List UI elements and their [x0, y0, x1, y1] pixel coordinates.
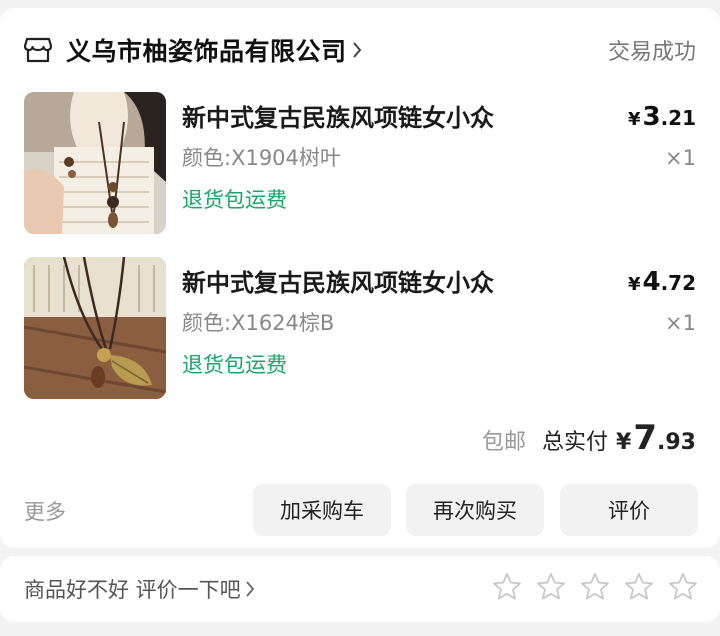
star-icon[interactable]	[666, 570, 700, 604]
total-currency: ¥	[616, 430, 632, 455]
order-card: 义乌市柚姿饰品有限公司 交易成功 新中式复古民族风项链女小众 颜色:X1904树…	[0, 8, 720, 548]
order-item[interactable]: 新中式复古民族风项链女小众 颜色:X1904树叶 退货包运费 ¥ 3 .21 ×…	[24, 92, 696, 234]
return-shipping-tag: 退货包运费	[182, 188, 287, 212]
review-button[interactable]: 评价	[560, 484, 698, 536]
star-icon[interactable]	[578, 570, 612, 604]
currency-symbol: ¥	[627, 274, 641, 295]
order-total: 包邮 总实付 ¥ 7 .93	[24, 418, 696, 462]
product-thumbnail[interactable]	[24, 92, 166, 234]
rating-prompt[interactable]: 商品好不好 评价一下吧	[24, 574, 255, 604]
total-integer: 7	[633, 418, 658, 458]
product-title[interactable]: 新中式复古民族风项链女小众	[182, 98, 494, 133]
total-label: 总实付	[542, 430, 609, 455]
product-thumbnail[interactable]	[24, 257, 166, 399]
product-price: ¥ 4 .72	[628, 267, 696, 297]
order-item[interactable]: 新中式复古民族风项链女小众 颜色:X1624棕B 退货包运费 ¥ 4 .72 ×…	[24, 257, 696, 399]
shop-name[interactable]: 义乌市柚姿饰品有限公司	[66, 32, 347, 68]
price-decimal: .21	[660, 106, 696, 130]
product-title[interactable]: 新中式复古民族风项链女小众	[182, 263, 494, 298]
rating-bar: 商品好不好 评价一下吧	[0, 556, 720, 622]
star-rating[interactable]	[480, 570, 700, 604]
store-icon	[24, 35, 54, 65]
rating-prompt-text[interactable]: 商品好不好 评价一下吧	[24, 574, 241, 604]
return-shipping-tag: 退货包运费	[182, 353, 287, 377]
product-spec: 颜色:X1624棕B	[182, 311, 335, 335]
free-shipping-label: 包邮	[482, 430, 527, 455]
star-icon[interactable]	[534, 570, 568, 604]
shop-header[interactable]: 义乌市柚姿饰品有限公司 交易成功	[24, 30, 696, 70]
product-price: ¥ 3 .21	[628, 102, 696, 132]
buy-again-button[interactable]: 再次购买	[406, 484, 544, 536]
price-integer: 3	[642, 102, 661, 132]
product-quantity: ×1	[665, 311, 696, 335]
chevron-right-icon[interactable]	[351, 40, 363, 60]
star-icon[interactable]	[622, 570, 656, 604]
chevron-right-icon[interactable]	[245, 580, 255, 598]
currency-symbol: ¥	[627, 109, 641, 130]
product-spec: 颜色:X1904树叶	[182, 146, 341, 170]
total-decimal: .93	[657, 430, 696, 455]
product-quantity: ×1	[665, 146, 696, 170]
more-button[interactable]: 更多	[24, 496, 66, 526]
add-to-cart-button[interactable]: 加采购车	[253, 484, 391, 536]
star-icon[interactable]	[490, 570, 524, 604]
price-integer: 4	[642, 267, 661, 297]
order-status: 交易成功	[607, 40, 696, 65]
price-decimal: .72	[660, 271, 696, 295]
